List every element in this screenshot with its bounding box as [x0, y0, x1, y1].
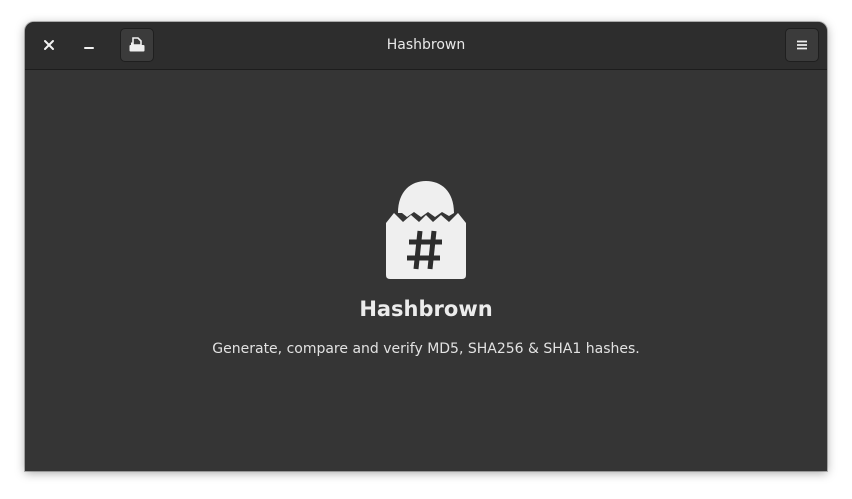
main-menu-button[interactable]	[785, 28, 819, 62]
hamburger-menu-icon	[797, 40, 807, 50]
app-description: Generate, compare and verify MD5, SHA256…	[212, 341, 640, 357]
headerbar: Hashbrown	[25, 22, 827, 70]
open-file-button[interactable]	[120, 28, 154, 62]
minimize-button[interactable]	[77, 33, 101, 57]
welcome-page: Hashbrown Generate, compare and verify M…	[25, 70, 827, 471]
app-window: Hashbrown Hashbrown Generate, compare an…	[25, 22, 827, 471]
hashbrown-app-icon	[386, 181, 466, 279]
minimize-icon	[84, 47, 94, 49]
app-name-heading: Hashbrown	[359, 297, 493, 321]
close-icon	[44, 40, 54, 50]
document-open-icon	[129, 37, 145, 52]
close-button[interactable]	[37, 33, 61, 57]
